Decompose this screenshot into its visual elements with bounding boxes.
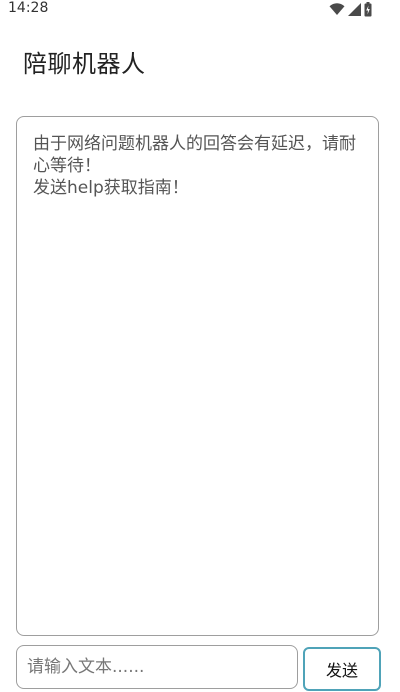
message-input[interactable] <box>17 646 297 688</box>
app-title: 陪聊机器人 <box>23 50 146 78</box>
status-time: 14:28 <box>8 0 49 16</box>
battery-icon <box>364 1 372 17</box>
wifi-icon <box>329 2 345 16</box>
status-icons <box>329 1 372 17</box>
chat-message: 由于网络问题机器人的回答会有延迟，请耐心等待！ 发送help获取指南！ <box>33 134 356 198</box>
status-bar: 14:28 <box>0 0 400 18</box>
message-input-container <box>16 645 298 689</box>
send-button[interactable]: 发送 <box>303 647 381 691</box>
cellular-signal-icon <box>348 2 361 16</box>
chat-history-panel[interactable]: 由于网络问题机器人的回答会有延迟，请耐心等待！ 发送help获取指南！ <box>16 116 379 636</box>
